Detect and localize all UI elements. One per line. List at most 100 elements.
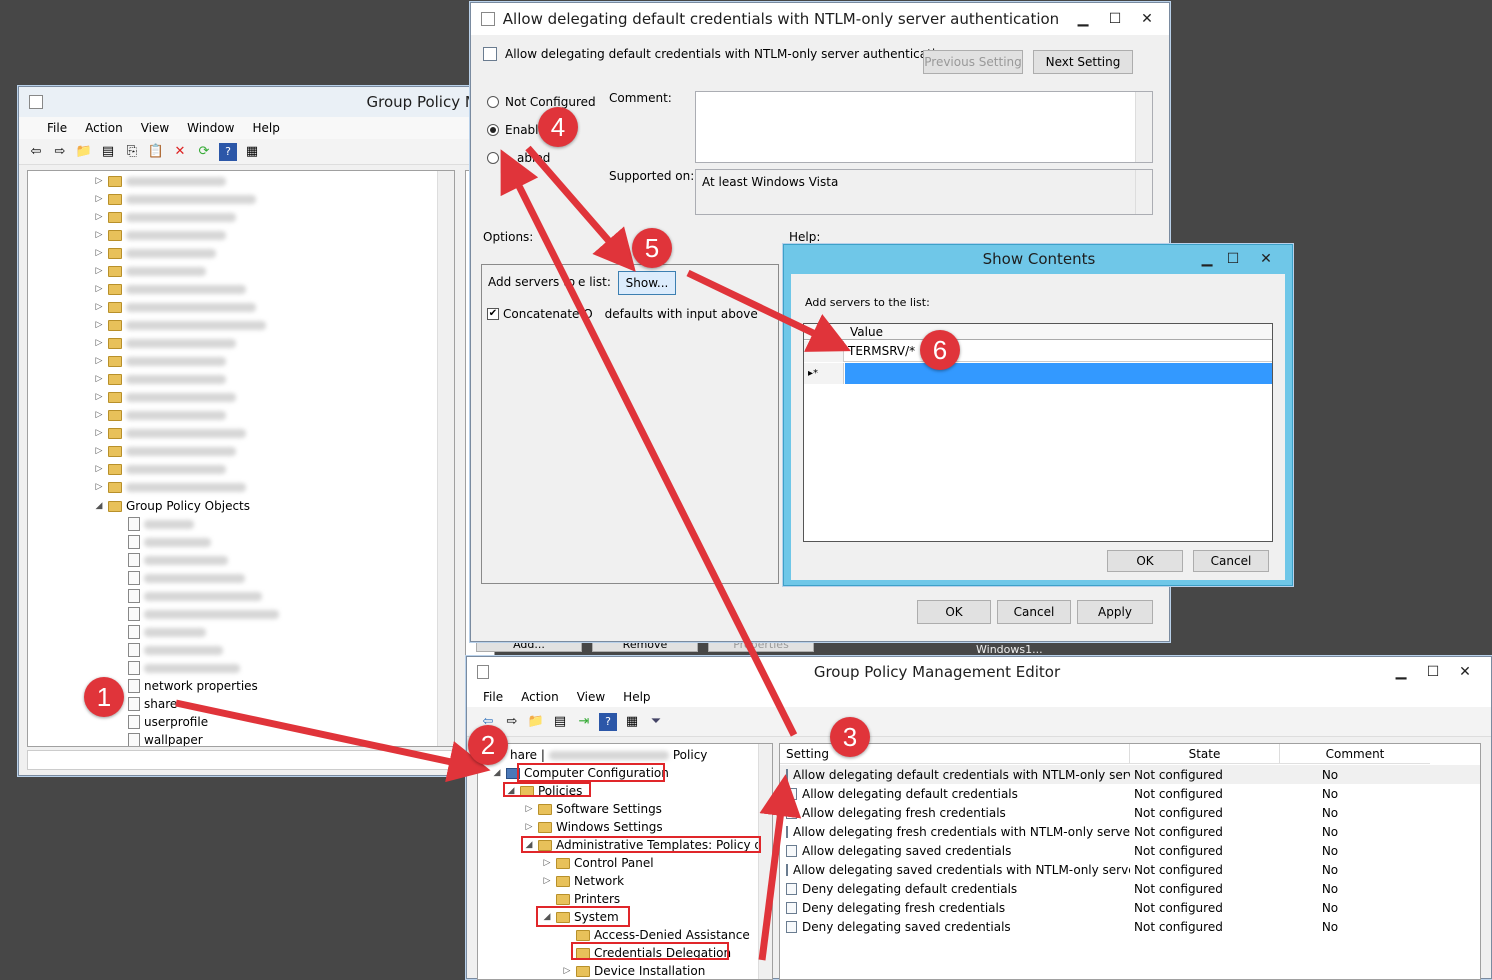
editor-tree-item[interactable]: ▷ Network bbox=[542, 872, 625, 890]
copy-icon[interactable]: ⎘ bbox=[123, 143, 141, 161]
editor-tree-scrollbar[interactable] bbox=[758, 744, 772, 979]
show-ok-button[interactable]: OK bbox=[1107, 550, 1183, 572]
gpm-gpo-item[interactable] bbox=[128, 515, 194, 533]
help-icon[interactable]: ? bbox=[599, 712, 617, 731]
gpm-tree-folder[interactable]: ▷ bbox=[94, 442, 236, 460]
expand-arrow-icon[interactable]: ▷ bbox=[94, 374, 104, 384]
gpm-tree-folder[interactable]: ▷ bbox=[94, 262, 206, 280]
filter-icon[interactable]: ⏷ bbox=[647, 713, 665, 731]
gpm-tree-folder[interactable]: ▷ bbox=[94, 352, 226, 370]
editor-menu-view[interactable]: View bbox=[577, 690, 605, 704]
gpm-titlebar[interactable]: Group Policy Ma bbox=[19, 87, 487, 117]
gpm-gpo-item[interactable] bbox=[128, 659, 240, 677]
expand-arrow-icon[interactable]: ◢ bbox=[492, 768, 502, 778]
grid-row-new[interactable]: ▸* bbox=[804, 363, 1272, 384]
minimize-button[interactable]: ▁ bbox=[1385, 661, 1417, 683]
expand-arrow-icon[interactable]: ▷ bbox=[542, 858, 552, 868]
concatenate-checkbox[interactable]: ✔ Concatenate O defaults with input abov… bbox=[487, 307, 758, 321]
show-titlebar[interactable]: Show Contents ▁ ☐ ✕ bbox=[784, 245, 1292, 273]
gpm-tree-folder[interactable]: ▷ bbox=[94, 298, 256, 316]
editor-tree-item[interactable]: ▷ Software Settings bbox=[524, 800, 662, 818]
table-row[interactable]: Allow delegating default credentials Not … bbox=[780, 784, 1480, 803]
up-folder-icon[interactable]: 📁 bbox=[75, 143, 93, 161]
gpm-gpo-item[interactable]: share bbox=[128, 695, 177, 713]
gpm-tree-gpo-folder[interactable]: ◢ Group Policy Objects bbox=[94, 497, 250, 515]
gpm-gpo-item[interactable]: wallpaper bbox=[128, 731, 203, 746]
close-button[interactable]: ✕ bbox=[1246, 248, 1286, 270]
expand-arrow-icon[interactable]: ▷ bbox=[524, 804, 534, 814]
gpm-gpo-item[interactable] bbox=[128, 605, 279, 623]
comment-textarea[interactable] bbox=[695, 91, 1153, 163]
show-cancel-button[interactable]: Cancel bbox=[1193, 550, 1269, 572]
gpm-menu-window[interactable]: Window bbox=[187, 121, 234, 135]
properties-icon[interactable]: ▦ bbox=[623, 713, 641, 731]
show-tree-icon[interactable]: ▤ bbox=[99, 143, 117, 161]
table-row[interactable]: Allow delegating saved credentials with … bbox=[780, 860, 1480, 879]
expand-arrow-icon[interactable]: ▷ bbox=[94, 212, 104, 222]
col-comment[interactable]: Comment bbox=[1280, 744, 1430, 763]
gpm-menu-action[interactable]: Action bbox=[85, 121, 123, 135]
editor-tree-item[interactable]: ▷ Device Installation bbox=[562, 962, 706, 979]
gpm-tree-folder[interactable]: ▷ bbox=[94, 370, 226, 388]
up-folder-icon[interactable]: 📁 bbox=[527, 713, 545, 731]
table-row[interactable]: Allow delegating fresh credentials with … bbox=[780, 822, 1480, 841]
expand-arrow-icon[interactable]: ▷ bbox=[542, 876, 552, 886]
expand-arrow-icon[interactable]: ▷ bbox=[94, 410, 104, 420]
forward-icon[interactable]: ⇨ bbox=[51, 143, 69, 161]
gpm-gpo-item[interactable] bbox=[128, 569, 245, 587]
gpm-tree-folder[interactable]: ▷ bbox=[94, 334, 236, 352]
radio-disabled-circle[interactable] bbox=[487, 152, 499, 164]
close-button[interactable]: ✕ bbox=[1449, 661, 1481, 683]
editor-menu-action[interactable]: Action bbox=[521, 690, 559, 704]
help-icon[interactable]: ? bbox=[219, 142, 237, 161]
gpm-tree-folder[interactable]: ▷ bbox=[94, 172, 226, 190]
grid-col-value[interactable]: Value bbox=[850, 325, 883, 339]
show-tree-icon[interactable]: ▤ bbox=[551, 713, 569, 731]
gpm-menu-file[interactable]: File bbox=[47, 121, 67, 135]
radio-enabled-circle[interactable] bbox=[487, 124, 499, 136]
properties-icon[interactable]: ▦ bbox=[243, 143, 261, 161]
radio-not-configured-circle[interactable] bbox=[487, 96, 499, 108]
gpm-tree-folder[interactable]: ▷ bbox=[94, 460, 226, 478]
close-button[interactable]: ✕ bbox=[1131, 8, 1163, 30]
maximize-button[interactable]: ☐ bbox=[1220, 248, 1246, 270]
expand-arrow-icon[interactable]: ▷ bbox=[94, 230, 104, 240]
table-row[interactable]: Allow delegating saved credentials Not co… bbox=[780, 841, 1480, 860]
gpm-tree-folder[interactable]: ▷ bbox=[94, 388, 236, 406]
expand-arrow-icon[interactable]: ▷ bbox=[94, 284, 104, 294]
grid-row-new-cell[interactable] bbox=[845, 363, 1272, 384]
expand-arrow-icon[interactable]: ▷ bbox=[94, 320, 104, 330]
gpm-tree-folder[interactable]: ▷ bbox=[94, 478, 246, 496]
supported-scrollbar[interactable] bbox=[1135, 170, 1152, 214]
expand-arrow-icon[interactable]: ▷ bbox=[524, 822, 534, 832]
cancel-button[interactable]: Cancel bbox=[997, 600, 1071, 624]
expand-arrow-icon[interactable]: ▷ bbox=[94, 194, 104, 204]
editor-tree-item[interactable]: ▷ Control Panel bbox=[542, 854, 654, 872]
col-state[interactable]: State bbox=[1130, 744, 1280, 763]
comment-scrollbar[interactable] bbox=[1135, 92, 1152, 162]
gpm-tree-folder[interactable]: ▷ bbox=[94, 280, 246, 298]
refresh-icon[interactable]: ⟳ bbox=[195, 143, 213, 161]
editor-menu-help[interactable]: Help bbox=[623, 690, 650, 704]
policy-titlebar[interactable]: Allow delegating default credentials wit… bbox=[471, 3, 1169, 35]
gpm-tree-folder[interactable]: ▷ bbox=[94, 406, 226, 424]
expand-arrow-icon[interactable]: ▷ bbox=[94, 338, 104, 348]
back-icon[interactable]: ⇦ bbox=[27, 143, 45, 161]
gpm-tree-folder[interactable]: ▷ bbox=[94, 226, 226, 244]
collapse-arrow-icon[interactable]: ◢ bbox=[94, 501, 104, 511]
next-setting-button[interactable]: Next Setting bbox=[1033, 50, 1133, 74]
expand-arrow-icon[interactable]: ▷ bbox=[94, 266, 104, 276]
ok-button[interactable]: OK bbox=[917, 600, 991, 624]
expand-arrow-icon[interactable]: ▷ bbox=[94, 176, 104, 186]
editor-tree-root[interactable]: hare | Policy bbox=[510, 746, 707, 764]
table-row[interactable]: Allow delegating default credentials wit… bbox=[780, 765, 1480, 784]
grid-row-1[interactable]: TERMSRV/* bbox=[804, 341, 1272, 362]
expand-arrow-icon[interactable]: ▷ bbox=[94, 428, 104, 438]
expand-arrow-icon[interactable]: ▷ bbox=[94, 248, 104, 258]
expand-arrow-icon[interactable]: ▷ bbox=[94, 392, 104, 402]
radio-not-configured[interactable]: Not Configured bbox=[487, 95, 596, 109]
table-row[interactable]: Deny delegating default credentials Not c… bbox=[780, 879, 1480, 898]
gpm-gpo-item[interactable] bbox=[128, 641, 223, 659]
radio-disabled[interactable]: abled bbox=[487, 151, 550, 165]
gpm-gpo-item[interactable] bbox=[128, 551, 228, 569]
